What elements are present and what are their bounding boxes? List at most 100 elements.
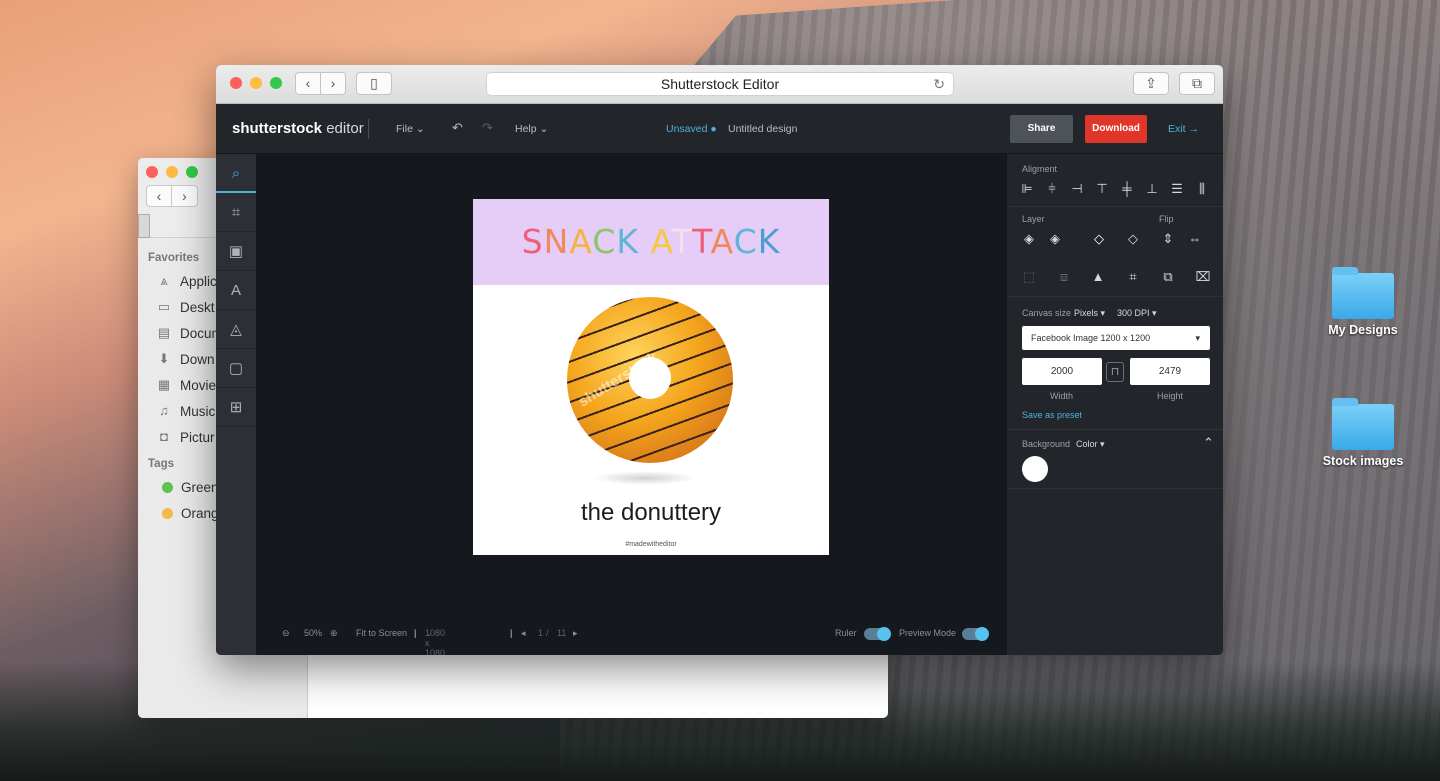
send-to-back-icon[interactable]: ◈ (1021, 231, 1037, 247)
text-icon[interactable]: A (216, 271, 256, 310)
back-icon[interactable]: ‹ (295, 72, 321, 95)
canvas-bottom-bar: ⊖ 50% ⊕ Fit to Screen | 1080 x 1080 px ⌄… (282, 627, 992, 655)
bring-forward-icon[interactable]: ◇ (1091, 231, 1107, 247)
zoom-out-icon[interactable]: ⊖ (282, 628, 290, 639)
share-icon[interactable]: ⇪ (1133, 72, 1169, 95)
align-bottom-icon[interactable]: ⊥ (1144, 181, 1160, 197)
width-input[interactable]: 2000 (1022, 358, 1102, 385)
distribute-horizontal-icon[interactable]: ⫼ (1194, 181, 1210, 197)
title-letter: T (692, 222, 711, 261)
ungroup-icon[interactable]: ⧈ (1056, 269, 1072, 285)
reload-icon[interactable]: ↻ (933, 73, 945, 95)
brand-text[interactable]: the donuttery (473, 499, 829, 527)
title-banner: SNACK ATTACK (473, 199, 829, 285)
minimize-window-button[interactable] (250, 77, 262, 89)
banner-title[interactable]: SNACK ATTACK (473, 199, 829, 285)
background-color-swatch[interactable] (1022, 456, 1048, 482)
zoom-window-button[interactable] (186, 166, 198, 178)
redo-icon[interactable]: ↷ (482, 120, 493, 136)
units-label: Pixels (1074, 308, 1099, 318)
align-center-icon[interactable]: ⫩ (1044, 181, 1060, 197)
download-button[interactable]: Download (1085, 115, 1147, 143)
prev-page-icon[interactable]: ◂ (521, 628, 526, 639)
undo-icon[interactable]: ↶ (452, 120, 463, 136)
align-top-icon[interactable]: ⊤ (1094, 181, 1110, 197)
height-input[interactable]: 2479 (1130, 358, 1210, 385)
zoom-in-icon[interactable]: ⊕ (330, 628, 338, 639)
layer-label: Layer (1022, 214, 1045, 224)
flip-horizontal-icon[interactable]: ⇔ (1187, 231, 1203, 246)
donut-image[interactable]: shutterstock (567, 297, 733, 463)
sidebar-item-label: Orang (181, 505, 219, 521)
chevron-down-icon: ⌄ (425, 628, 433, 638)
duplicate-icon[interactable]: ⧉ (1160, 269, 1176, 285)
sidebar-item-label: Down (180, 351, 215, 367)
save-preset-link[interactable]: Save as preset (1022, 410, 1082, 420)
folder-icon[interactable]: ▢ (216, 349, 256, 388)
layer-flip-section: Layer Flip ◈ ◈ ◇ ◇ ⇕ ⇔ ⬚ ⧈ ▲ ⌗ ⧉ ⌧ (1007, 207, 1223, 297)
close-window-button[interactable] (230, 77, 242, 89)
finder-path-control[interactable] (138, 214, 150, 238)
back-icon[interactable]: ‹ (146, 185, 172, 207)
search-icon[interactable]: ⌕ (216, 154, 256, 193)
dpi-select[interactable]: 300 DPI ▾ (1117, 308, 1157, 319)
desktop-folder-stock-images[interactable]: Stock images (1313, 398, 1413, 468)
collapse-chevron-icon[interactable]: ⌃ (1203, 435, 1214, 451)
title-letter: N (543, 222, 570, 261)
title-letter: T (671, 222, 693, 261)
exit-button[interactable]: Exit → (1168, 123, 1199, 135)
design-name[interactable]: Untitled design (728, 123, 797, 135)
orange-tag-dot (162, 507, 173, 519)
address-bar[interactable]: Shutterstock Editor ↻ (486, 72, 954, 96)
lock-icon[interactable]: ▲ (1090, 269, 1106, 284)
width-label: Width (1050, 391, 1074, 401)
close-window-button[interactable] (146, 166, 158, 178)
crop-icon[interactable]: ⌗ (216, 193, 256, 232)
title-letter: K (616, 222, 639, 261)
zoom-window-button[interactable] (270, 77, 282, 89)
templates-icon[interactable]: ▣ (216, 232, 256, 271)
title-letter (639, 222, 651, 261)
title-letter: A (650, 222, 672, 261)
camera-icon: ◘ (160, 429, 168, 444)
sidebar-toggle-icon[interactable]: ▯ (356, 72, 392, 95)
group-icon[interactable]: ⬚ (1021, 269, 1037, 285)
unsaved-label: Unsaved (666, 123, 708, 135)
trash-icon[interactable]: ⌧ (1195, 269, 1211, 285)
sidebar-item-label: Green (181, 479, 219, 495)
canvas-preset-select[interactable]: Facebook Image 1200 x 1200 ▾ (1022, 326, 1210, 350)
flip-vertical-icon[interactable]: ⇕ (1160, 231, 1176, 247)
send-backward-icon[interactable]: ◈ (1047, 231, 1063, 247)
distribute-vertical-icon[interactable]: ☰ (1169, 181, 1185, 197)
chevron-down-icon: ⌄ (415, 123, 425, 135)
aspect-lock-icon[interactable]: ⊓ (1106, 362, 1124, 382)
help-menu-label: Help (515, 123, 537, 135)
align-left-icon[interactable]: ⊫ (1019, 181, 1035, 197)
artboard[interactable]: SNACK ATTACK shutterstock the donuttery … (473, 199, 829, 555)
fit-to-screen-button[interactable]: Fit to Screen (356, 628, 407, 638)
align-middle-icon[interactable]: ╪ (1119, 181, 1135, 196)
caret-down-icon: ▾ (1152, 308, 1157, 318)
add-page-icon[interactable]: ⊞ (216, 388, 256, 427)
preview-mode-toggle[interactable] (962, 627, 989, 641)
desktop-folder-my-designs[interactable]: My Designs (1313, 267, 1413, 337)
crop-icon[interactable]: ⌗ (1125, 269, 1141, 285)
tagline-text[interactable]: #madewitheditor (473, 541, 829, 548)
folder-icon (1332, 398, 1394, 450)
tabs-overview-icon[interactable]: ⧉ (1179, 72, 1215, 95)
shapes-icon[interactable]: ◬ (216, 310, 256, 349)
ruler-toggle[interactable] (864, 627, 891, 641)
bring-to-front-icon[interactable]: ◇ (1125, 231, 1141, 247)
forward-icon[interactable]: › (172, 185, 198, 207)
units-select[interactable]: Pixels ▾ (1074, 308, 1105, 319)
next-page-icon[interactable]: ▸ (573, 628, 578, 639)
file-menu[interactable]: File ⌄ (396, 123, 425, 135)
share-button[interactable]: Share (1010, 115, 1073, 143)
help-menu[interactable]: Help ⌄ (515, 123, 548, 135)
tool-rail: ⌕ ⌗ ▣ A ◬ ▢ ⊞ (216, 154, 256, 655)
forward-icon[interactable]: › (320, 72, 346, 95)
align-right-icon[interactable]: ⊣ (1069, 181, 1085, 197)
background-mode-select[interactable]: Color ▾ (1076, 439, 1105, 450)
minimize-window-button[interactable] (166, 166, 178, 178)
bottom-divider: | (510, 628, 513, 638)
